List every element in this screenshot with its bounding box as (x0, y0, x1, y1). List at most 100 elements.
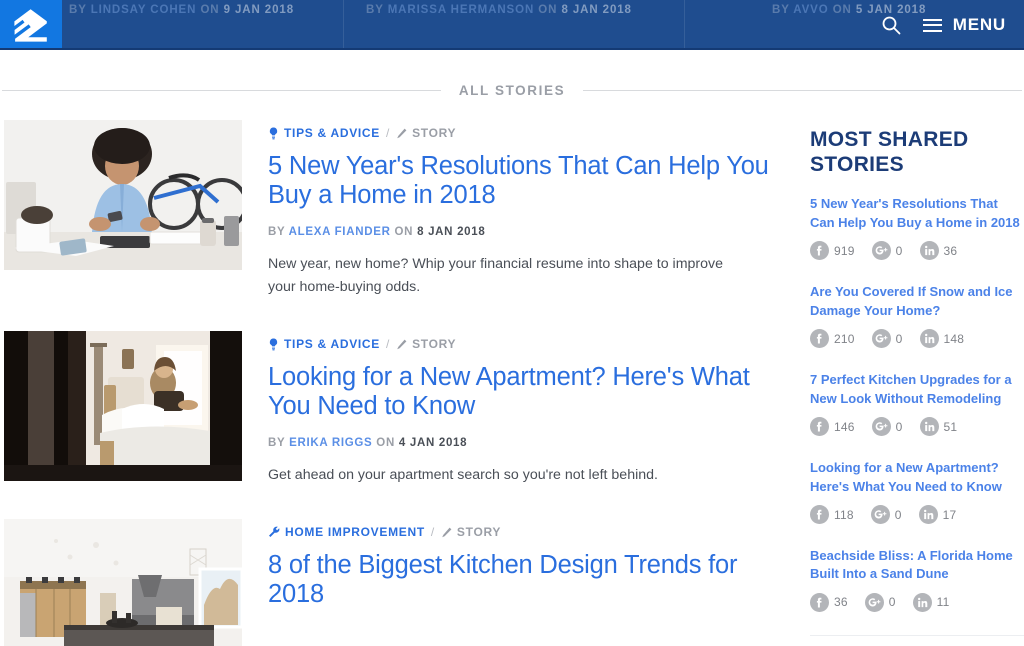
ghost-by-prefix: BY (772, 4, 790, 16)
divider-rule-right (583, 90, 1022, 91)
ghost-on-word: ON (833, 4, 852, 16)
story-thumbnail[interactable] (4, 331, 242, 481)
story-title-link[interactable]: 8 of the Biggest Kitchen Design Trends f… (268, 551, 790, 609)
googleplus-count: 0 (889, 595, 896, 609)
story-card[interactable]: HOME IMPROVEMENT / STORY 8 of the Bigges… (0, 519, 790, 646)
story-author-link[interactable]: ALEXA FIANDER (289, 226, 391, 238)
googleplus-share-stat: 0 (872, 241, 903, 260)
ghost-author: LINDSAY COHEN (91, 4, 197, 16)
facebook-count: 210 (834, 332, 855, 346)
share-counts: 118 0 17 (810, 505, 1024, 524)
google-plus-icon (872, 329, 891, 348)
story-card[interactable]: TIPS & ADVICE / STORY Looking for a New … (0, 331, 790, 487)
story-kicker: HOME IMPROVEMENT / STORY (268, 525, 790, 539)
search-icon (881, 15, 901, 35)
facebook-icon (810, 417, 829, 436)
story-excerpt: New year, new home? Whip your financial … (268, 253, 740, 299)
ghost-date: 9 JAN 2018 (224, 4, 294, 16)
story-type: STORY (412, 126, 456, 140)
linkedin-count: 148 (944, 332, 965, 346)
ghost-column-rule (684, 0, 685, 50)
most-shared-item: Beachside Bliss: A Florida Home Built In… (810, 547, 1024, 612)
most-shared-link[interactable]: 7 Perfect Kitchen Upgrades for a New Loo… (810, 371, 1024, 408)
ghost-byline: BY MARISSA HERMANSON ON 8 JAN 2018 (366, 4, 632, 16)
linkedin-count: 51 (944, 420, 958, 434)
linkedin-icon (919, 505, 938, 524)
stories-list: TIPS & ADVICE / STORY 5 New Year's Resol… (0, 120, 790, 646)
sidebar-bottom-divider (810, 635, 1024, 636)
most-shared-sidebar: MOST SHARED STORIES 5 New Year's Resolut… (790, 120, 1024, 646)
linkedin-icon (920, 329, 939, 348)
linkedin-icon (920, 417, 939, 436)
google-plus-icon (872, 417, 891, 436)
most-shared-link[interactable]: Looking for a New Apartment? Here's What… (810, 459, 1024, 496)
googleplus-share-stat: 0 (871, 505, 902, 524)
pencil-icon (441, 527, 452, 538)
story-category-link[interactable]: TIPS & ADVICE (284, 126, 380, 140)
story-category-link[interactable]: HOME IMPROVEMENT (285, 525, 425, 539)
google-plus-icon (865, 593, 884, 612)
share-counts: 919 0 36 (810, 241, 1024, 260)
linkedin-share-stat: 36 (920, 241, 958, 260)
all-stories-divider: ALL STORIES (0, 83, 1024, 98)
ghost-author: AVVO (793, 4, 828, 16)
kicker-separator: / (386, 337, 390, 351)
story-image-desk-woman (4, 120, 242, 270)
divider-rule-left (2, 90, 441, 91)
story-thumbnail[interactable] (4, 120, 242, 270)
facebook-icon (810, 329, 829, 348)
googleplus-count: 0 (896, 332, 903, 346)
ghost-on-word: ON (200, 4, 219, 16)
page-body: TIPS & ADVICE / STORY 5 New Year's Resol… (0, 98, 1024, 646)
linkedin-icon (913, 593, 932, 612)
story-category-link[interactable]: TIPS & ADVICE (284, 337, 380, 351)
search-button[interactable] (881, 15, 901, 35)
ghost-date: 8 JAN 2018 (561, 4, 631, 16)
share-counts: 210 0 148 (810, 329, 1024, 348)
zillow-house-z-icon (11, 8, 51, 42)
linkedin-share-stat: 148 (920, 329, 965, 348)
google-plus-icon (871, 505, 890, 524)
most-shared-item: Looking for a New Apartment? Here's What… (810, 459, 1024, 524)
wrench-icon (268, 526, 280, 538)
lightbulb-icon (268, 338, 279, 351)
most-shared-link[interactable]: Beachside Bliss: A Florida Home Built In… (810, 547, 1024, 584)
menu-button[interactable]: MENU (923, 15, 1006, 35)
story-title-link[interactable]: Looking for a New Apartment? Here's What… (268, 363, 790, 421)
sidebar-title: MOST SHARED STORIES (810, 127, 1024, 177)
most-shared-link[interactable]: Are You Covered If Snow and Ice Damage Y… (810, 283, 1024, 320)
on-word: ON (376, 437, 395, 449)
zillow-logo[interactable] (0, 0, 62, 50)
story-byline: BY ALEXA FIANDER ON 8 JAN 2018 (268, 226, 790, 238)
story-excerpt: Get ahead on your apartment search so yo… (268, 464, 740, 487)
kicker-separator: / (386, 126, 390, 140)
facebook-share-stat: 210 (810, 329, 855, 348)
story-card[interactable]: TIPS & ADVICE / STORY 5 New Year's Resol… (0, 120, 790, 299)
share-counts: 36 0 11 (810, 593, 1024, 612)
pencil-icon (396, 339, 407, 350)
by-prefix: BY (268, 437, 285, 449)
linkedin-share-stat: 11 (913, 593, 950, 612)
most-shared-link[interactable]: 5 New Year's Resolutions That Can Help Y… (810, 195, 1024, 232)
lightbulb-icon (268, 127, 279, 140)
story-author-link[interactable]: ERIKA RIGGS (289, 437, 372, 449)
facebook-icon (810, 593, 829, 612)
story-date: 4 JAN 2018 (399, 437, 467, 449)
story-image-kitchen (4, 519, 242, 646)
ghost-column-rule (343, 0, 344, 50)
story-title-link[interactable]: 5 New Year's Resolutions That Can Help Y… (268, 152, 790, 210)
story-text: TIPS & ADVICE / STORY 5 New Year's Resol… (268, 120, 790, 299)
most-shared-item: 5 New Year's Resolutions That Can Help Y… (810, 195, 1024, 260)
facebook-count: 118 (834, 508, 854, 522)
googleplus-share-stat: 0 (872, 329, 903, 348)
googleplus-count: 0 (896, 244, 903, 258)
story-kicker: TIPS & ADVICE / STORY (268, 126, 790, 140)
menu-button-label: MENU (953, 15, 1006, 35)
facebook-share-stat: 919 (810, 241, 855, 260)
linkedin-count: 36 (944, 244, 958, 258)
facebook-count: 919 (834, 244, 855, 258)
site-header: BY LINDSAY COHEN ON 9 JAN 2018 BY MARISS… (0, 0, 1024, 50)
ghost-by-prefix: BY (69, 4, 87, 16)
story-image-bedroom (4, 331, 242, 481)
story-thumbnail[interactable] (4, 519, 242, 646)
